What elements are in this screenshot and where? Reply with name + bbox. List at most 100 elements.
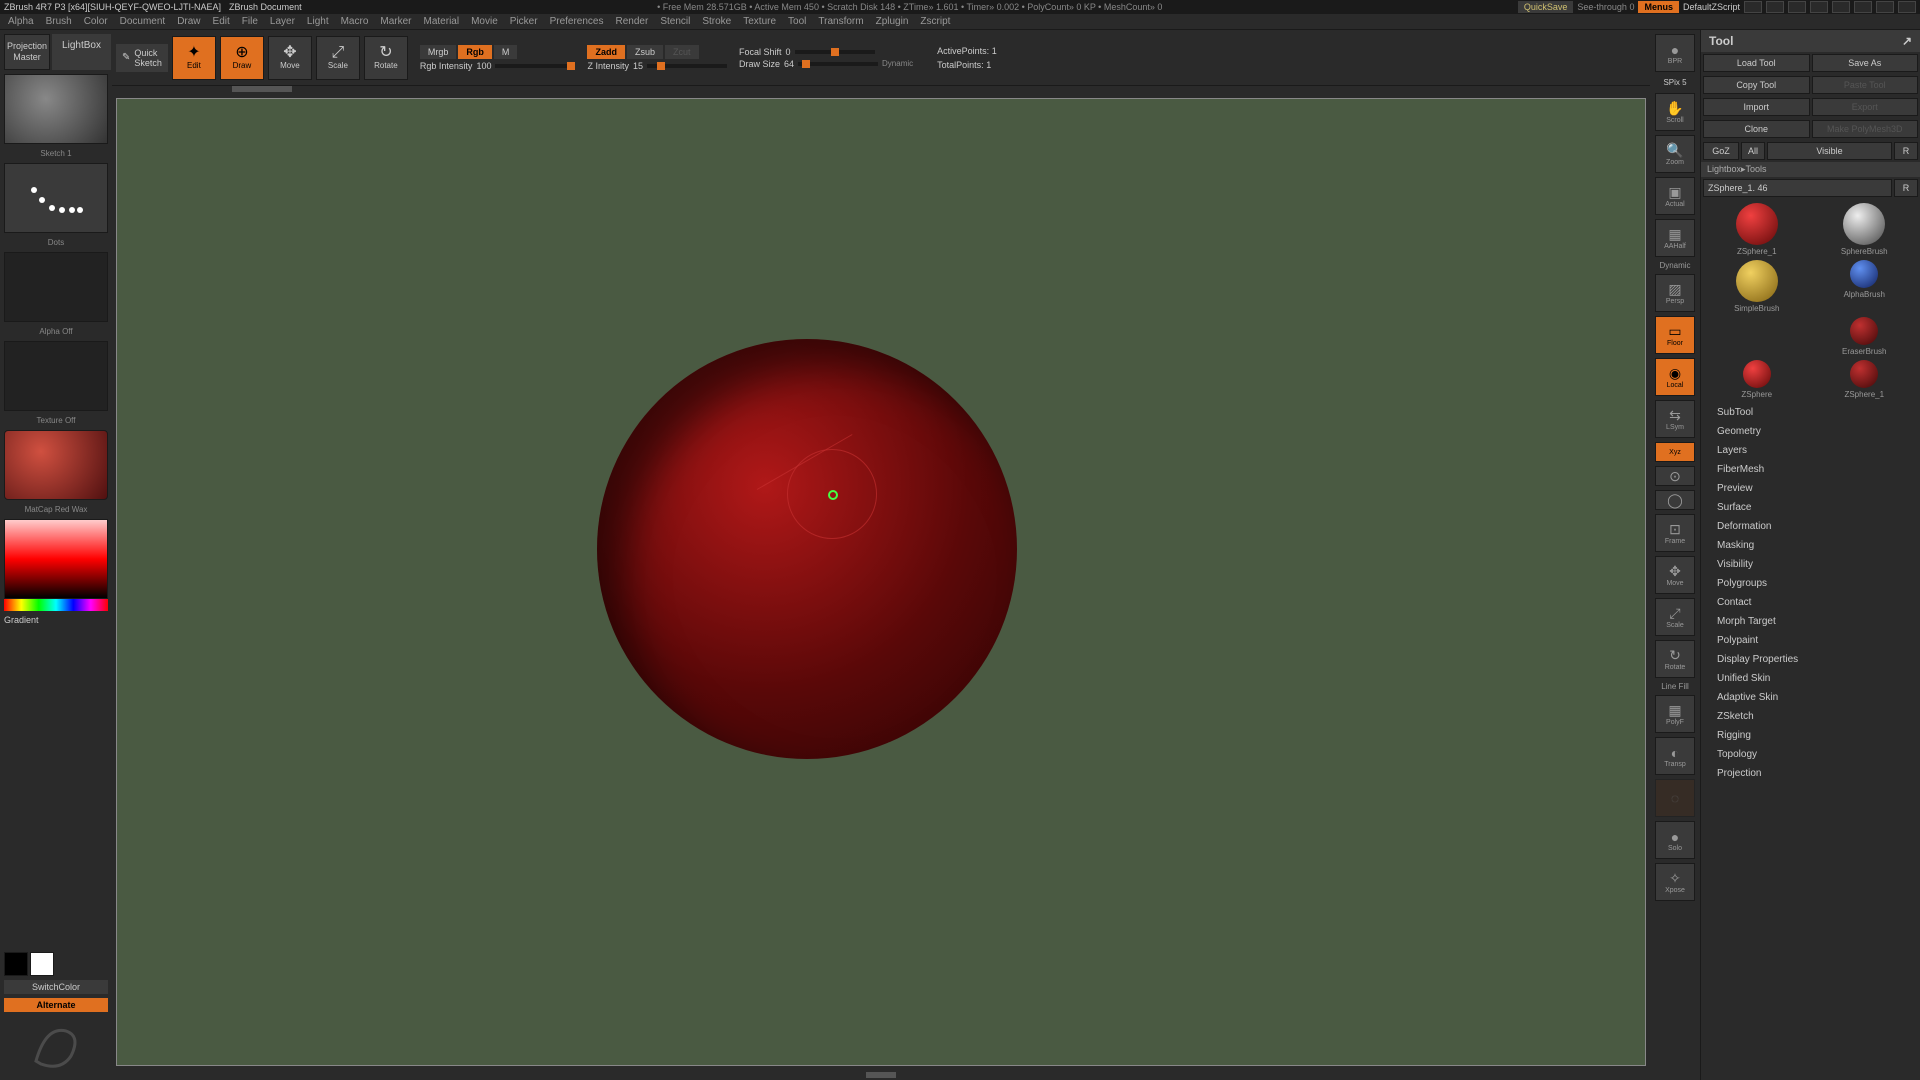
polyf-button[interactable]: ▦PolyF xyxy=(1655,695,1695,733)
center-button[interactable]: ⊙ xyxy=(1655,466,1695,486)
menu-zscript[interactable]: Zscript xyxy=(920,16,950,27)
menu-macro[interactable]: Macro xyxy=(341,16,369,27)
material-thumb[interactable] xyxy=(4,430,108,500)
lightbox-button[interactable]: LightBox xyxy=(52,34,111,70)
sub-geometry[interactable]: Geometry xyxy=(1701,422,1920,441)
swatch-primary[interactable] xyxy=(30,952,54,976)
menu-alpha[interactable]: Alpha xyxy=(8,16,34,27)
menu-draw[interactable]: Draw xyxy=(177,16,200,27)
gradient-label[interactable]: Gradient xyxy=(4,615,108,948)
xyz-button[interactable]: Xyz xyxy=(1655,442,1695,462)
swatch-secondary[interactable] xyxy=(4,952,28,976)
focal-shift-slider[interactable]: Focal Shift 0 xyxy=(739,47,913,57)
sub-zsketch[interactable]: ZSketch xyxy=(1701,707,1920,726)
import-button[interactable]: Import xyxy=(1703,98,1810,116)
quick-sketch-button[interactable]: ✎ Quick Sketch xyxy=(116,44,168,72)
window-button-4[interactable] xyxy=(1810,1,1828,13)
sketch-thumb[interactable] xyxy=(4,74,108,144)
lightbox-tools-label[interactable]: Lightbox▸Tools xyxy=(1701,162,1920,177)
menu-zplugin[interactable]: Zplugin xyxy=(876,16,909,27)
fit-button[interactable]: ◯ xyxy=(1655,490,1695,510)
zadd-button[interactable]: Zadd xyxy=(587,45,625,59)
export-button[interactable]: Export xyxy=(1812,98,1919,116)
projection-master-button[interactable]: Projection Master xyxy=(4,34,50,70)
menu-color[interactable]: Color xyxy=(84,16,108,27)
sub-preview[interactable]: Preview xyxy=(1701,479,1920,498)
menu-movie[interactable]: Movie xyxy=(471,16,498,27)
tool-item-alphabrush[interactable]: AlphaBrush xyxy=(1813,260,1917,313)
persp-button[interactable]: ▨Persp xyxy=(1655,274,1695,312)
sub-deformation[interactable]: Deformation xyxy=(1701,517,1920,536)
move-mode-button[interactable]: ✥Move xyxy=(268,36,312,80)
rgb-button[interactable]: Rgb xyxy=(458,45,492,59)
tool-item-simplebrush[interactable]: SimpleBrush xyxy=(1705,260,1809,313)
alpha-thumb[interactable] xyxy=(4,252,108,322)
canvas[interactable] xyxy=(116,98,1646,1066)
sub-unifiedskin[interactable]: Unified Skin xyxy=(1701,669,1920,688)
rotate-view-button[interactable]: ↻Rotate xyxy=(1655,640,1695,678)
panel-close-icon[interactable]: ↗ xyxy=(1902,34,1912,48)
menu-preferences[interactable]: Preferences xyxy=(550,16,604,27)
sub-displayprops[interactable]: Display Properties xyxy=(1701,650,1920,669)
paste-tool-button[interactable]: Paste Tool xyxy=(1812,76,1919,94)
sub-adaptiveskin[interactable]: Adaptive Skin xyxy=(1701,688,1920,707)
mrgb-button[interactable]: Mrgb xyxy=(420,45,457,59)
actual-button[interactable]: ▣Actual xyxy=(1655,177,1695,215)
switch-color-button[interactable]: SwitchColor xyxy=(4,980,108,994)
menu-layer[interactable]: Layer xyxy=(270,16,295,27)
xpose-button[interactable]: ✧Xpose xyxy=(1655,863,1695,901)
menu-brush[interactable]: Brush xyxy=(46,16,72,27)
tool-item-zsphere1[interactable]: ZSphere_1 xyxy=(1705,203,1809,256)
menu-file[interactable]: File xyxy=(242,16,258,27)
spix-label[interactable]: SPix 5 xyxy=(1661,76,1688,89)
scale-mode-button[interactable]: ⤢Scale xyxy=(316,36,360,80)
goz-all-button[interactable]: All xyxy=(1741,142,1765,160)
texture-thumb[interactable] xyxy=(4,341,108,411)
stroke-thumb[interactable] xyxy=(4,163,108,233)
z-intensity-slider[interactable]: Z Intensity 15 xyxy=(587,61,727,71)
zsub-button[interactable]: Zsub xyxy=(627,45,663,59)
rotate-mode-button[interactable]: ↻Rotate xyxy=(364,36,408,80)
sub-fibermesh[interactable]: FiberMesh xyxy=(1701,460,1920,479)
tool-item-spherebrush[interactable]: SphereBrush xyxy=(1813,203,1917,256)
draw-size-slider[interactable]: Draw Size 64 Dynamic xyxy=(739,59,913,69)
goz-visible-button[interactable]: Visible xyxy=(1767,142,1892,160)
current-tool-label[interactable]: ZSphere_1. 46 xyxy=(1703,179,1892,197)
m-button[interactable]: M xyxy=(494,45,518,59)
sub-polypaint[interactable]: Polypaint xyxy=(1701,631,1920,650)
draw-mode-button[interactable]: ⊕Draw xyxy=(220,36,264,80)
solo-button[interactable]: ●Solo xyxy=(1655,821,1695,859)
scale-view-button[interactable]: ⤢Scale xyxy=(1655,598,1695,636)
sub-surface[interactable]: Surface xyxy=(1701,498,1920,517)
window-button-1[interactable] xyxy=(1744,1,1762,13)
menu-tool[interactable]: Tool xyxy=(788,16,806,27)
window-button-5[interactable] xyxy=(1832,1,1850,13)
menu-edit[interactable]: Edit xyxy=(213,16,230,27)
load-tool-button[interactable]: Load Tool xyxy=(1703,54,1810,72)
transp-button[interactable]: ◐Transp xyxy=(1655,737,1695,775)
see-through-slider[interactable]: See-through 0 xyxy=(1577,2,1634,12)
tool-panel-header[interactable]: Tool ↗ xyxy=(1701,30,1920,52)
tool-item-zsphere[interactable]: ZSphere xyxy=(1705,360,1809,399)
goz-button[interactable]: GoZ xyxy=(1703,142,1739,160)
window-button-3[interactable] xyxy=(1788,1,1806,13)
menu-marker[interactable]: Marker xyxy=(380,16,411,27)
menu-document[interactable]: Document xyxy=(120,16,166,27)
sub-rigging[interactable]: Rigging xyxy=(1701,726,1920,745)
sub-morphtarget[interactable]: Morph Target xyxy=(1701,612,1920,631)
window-close[interactable] xyxy=(1898,1,1916,13)
lsym-button[interactable]: ⇆LSym xyxy=(1655,400,1695,438)
tool-item-eraserbrush[interactable]: EraserBrush xyxy=(1813,317,1917,356)
canvas-scrollbar-h[interactable] xyxy=(112,86,1650,94)
aahalf-button[interactable]: ▦AAHalf xyxy=(1655,219,1695,257)
zsphere-object[interactable] xyxy=(597,339,1017,759)
window-button-2[interactable] xyxy=(1766,1,1784,13)
sub-visibility[interactable]: Visibility xyxy=(1701,555,1920,574)
scroll-button[interactable]: ✋Scroll xyxy=(1655,93,1695,131)
rgb-intensity-slider[interactable]: Rgb Intensity 100 xyxy=(420,61,576,71)
window-minimize[interactable] xyxy=(1854,1,1872,13)
color-picker[interactable] xyxy=(4,519,108,611)
save-as-button[interactable]: Save As xyxy=(1812,54,1919,72)
menu-stencil[interactable]: Stencil xyxy=(660,16,690,27)
floor-button[interactable]: ▭Floor xyxy=(1655,316,1695,354)
